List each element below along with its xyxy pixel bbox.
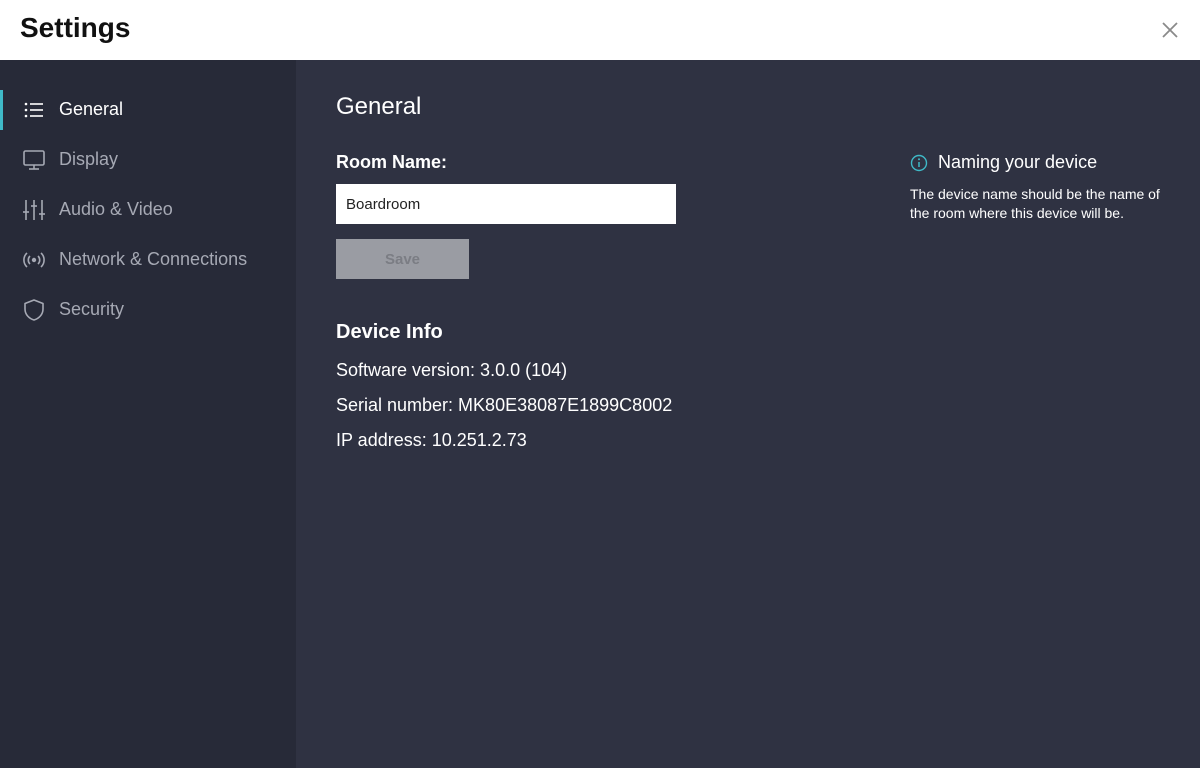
sidebar-item-label: Display	[59, 149, 119, 169]
sidebar-item-network[interactable]: Network & Connections	[0, 240, 296, 280]
indicator	[0, 190, 3, 230]
active-indicator	[0, 90, 3, 130]
indicator	[0, 240, 3, 280]
sliders-icon	[22, 198, 46, 222]
info-icon	[910, 154, 928, 172]
window-title: Settings	[20, 12, 131, 43]
device-info-heading: Device Info	[336, 321, 443, 343]
room-name-label: Room Name:	[336, 152, 448, 172]
broadcast-icon	[22, 248, 46, 272]
ip-address: IP address: 10.251.2.73	[336, 430, 527, 450]
indicator	[0, 290, 3, 330]
title-bar: Settings	[0, 0, 1200, 60]
sidebar-item-audio-video[interactable]: Audio & Video	[0, 190, 296, 230]
sidebar: General Display Audio & Video Network & …	[0, 60, 296, 768]
sidebar-item-general[interactable]: General	[0, 90, 296, 130]
save-button[interactable]: Save	[336, 239, 469, 279]
close-icon[interactable]	[1160, 20, 1180, 40]
sidebar-item-label: Network & Connections	[59, 249, 248, 269]
software-version: Software version: 3.0.0 (104)	[336, 360, 568, 380]
indicator	[0, 140, 3, 180]
list-icon	[22, 98, 46, 122]
shield-icon	[22, 298, 46, 322]
page-title: General	[336, 93, 422, 120]
sidebar-item-label: General	[59, 99, 124, 119]
sidebar-item-label: Security	[59, 299, 125, 319]
sidebar-item-security[interactable]: Security	[0, 290, 296, 330]
sidebar-item-display[interactable]: Display	[0, 140, 296, 180]
help-text: The device name should be the name of th…	[910, 186, 1160, 221]
serial-number: Serial number: MK80E38087E1899C8002	[336, 395, 673, 415]
help-title: Naming your device	[938, 152, 1098, 172]
room-name-input[interactable]	[336, 184, 676, 224]
monitor-icon	[22, 148, 46, 172]
main-content: General Room Name: Save Device Info Soft…	[296, 60, 1200, 768]
sidebar-item-label: Audio & Video	[59, 199, 173, 219]
